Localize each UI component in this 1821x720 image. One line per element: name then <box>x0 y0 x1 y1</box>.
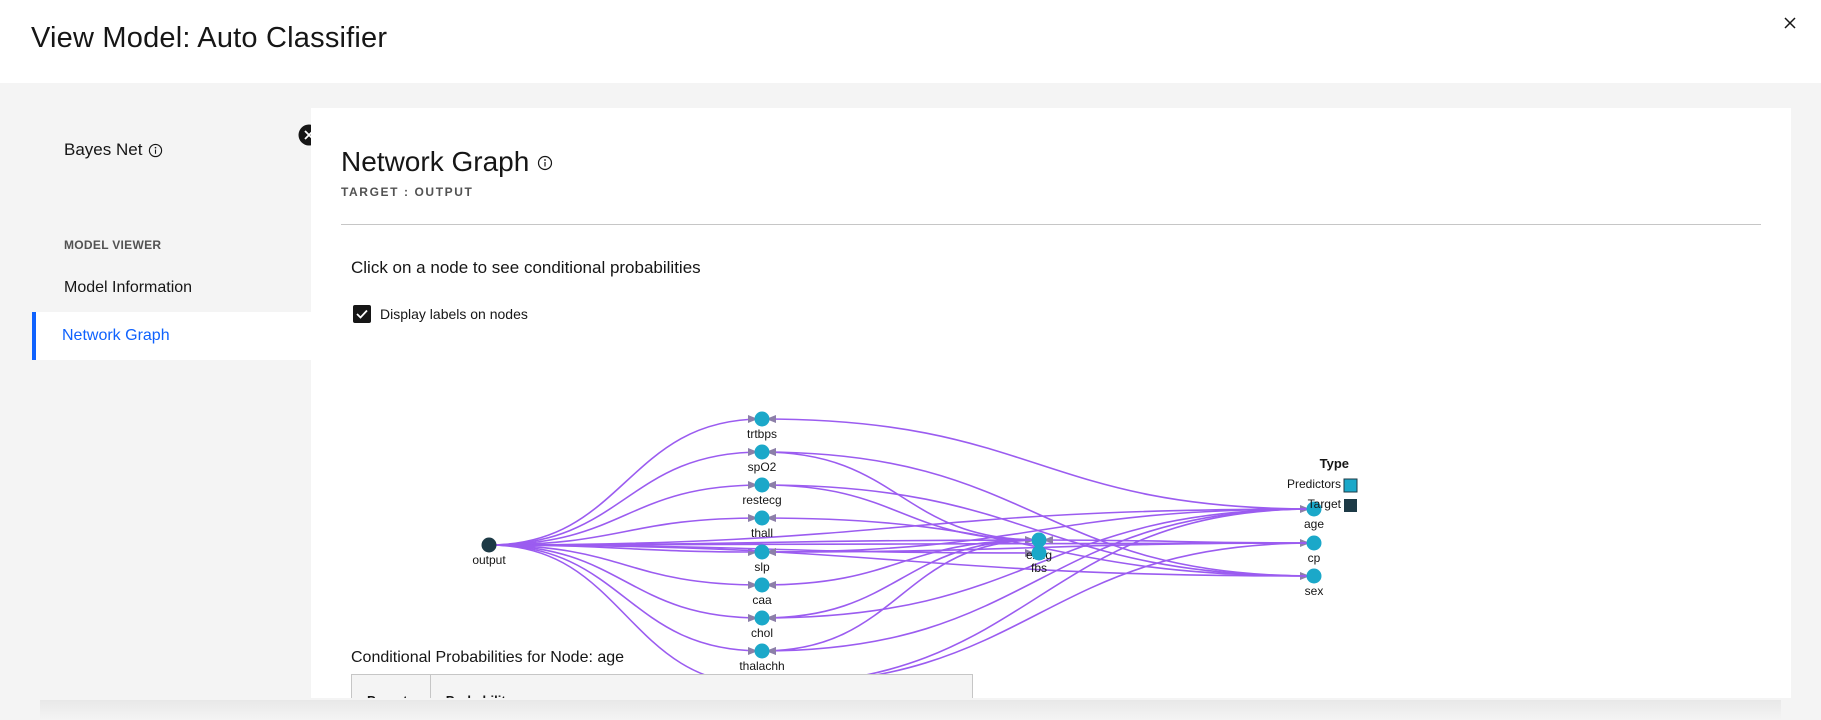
edge-output-trtbps <box>488 415 763 546</box>
conditional-probabilities-title: Conditional Probabilities for Node: age <box>351 649 625 666</box>
node-circle-exng[interactable] <box>1031 532 1047 548</box>
node-label-age: age <box>1304 517 1324 531</box>
edge-exng-restecg <box>761 481 1040 541</box>
node-circle-caa[interactable] <box>754 577 770 593</box>
sidebar-item-network-graph[interactable]: Network Graph <box>32 312 311 360</box>
node-circle-cp[interactable] <box>1306 535 1322 551</box>
node-label-caa: caa <box>752 593 772 607</box>
graph-edges <box>488 415 1315 675</box>
model-name-label: Bayes Net <box>64 140 143 159</box>
legend-label-predictors: Predictors <box>1287 477 1341 491</box>
node-circle-fbs[interactable] <box>1031 545 1047 561</box>
node-label-chol: chol <box>751 626 773 640</box>
node-caa[interactable]: caa <box>752 577 772 608</box>
legend-title: Type <box>1320 456 1349 471</box>
modal-footer-shadow <box>40 700 1781 720</box>
edge-output-restecg <box>488 481 763 546</box>
model-name: Bayes Net <box>64 140 163 160</box>
close-icon[interactable] <box>1781 14 1799 32</box>
edge-output-thalachh <box>488 544 763 655</box>
node-label-thalachh: thalachh <box>739 659 784 673</box>
node-label-fbs: fbs <box>1031 561 1047 575</box>
edge-output-chol <box>488 544 763 622</box>
node-chol[interactable]: chol <box>751 610 773 641</box>
node-fbs[interactable]: fbs <box>1031 545 1047 576</box>
info-icon[interactable] <box>537 146 553 178</box>
node-label-slp: slp <box>754 560 770 574</box>
sidebar-item-label: Network Graph <box>62 327 170 344</box>
info-icon[interactable] <box>148 143 163 158</box>
node-circle-spO2[interactable] <box>754 444 770 460</box>
node-circle-sex[interactable] <box>1306 568 1322 584</box>
node-spO2[interactable]: spO2 <box>748 444 777 475</box>
node-circle-slp[interactable] <box>754 544 770 560</box>
node-restecg[interactable]: restecg <box>742 477 782 508</box>
node-label-output: output <box>472 553 506 567</box>
node-label-cp: cp <box>1308 551 1321 565</box>
main-content: Network Graph TARGET : OUTPUT Click on a… <box>311 108 1791 698</box>
edge-age-trtbps <box>761 415 1315 510</box>
node-thalachh[interactable]: thalachh <box>739 643 785 674</box>
edge-output-age <box>488 505 1315 546</box>
target-label: TARGET : OUTPUT <box>341 185 474 199</box>
legend-swatch-predictors <box>1343 478 1358 493</box>
node-output[interactable]: output <box>472 537 506 568</box>
table-header-probability: Probability <box>431 675 528 698</box>
sidebar: Bayes Net MODEL VIEWER Model Information… <box>32 108 311 698</box>
sidebar-item-label: Model Information <box>64 279 193 296</box>
legend-swatch-target <box>1344 499 1357 512</box>
legend: Type Predictors Target <box>1287 456 1358 512</box>
node-circle-restecg[interactable] <box>754 477 770 493</box>
node-circle-trtbps[interactable] <box>754 411 770 427</box>
legend-label-target: Target <box>1308 497 1342 511</box>
node-circle-chol[interactable] <box>754 610 770 626</box>
page-title: Network Graph <box>341 146 553 178</box>
node-circle-thalachh[interactable] <box>754 643 770 659</box>
node-label-trtbps: trtbps <box>747 427 777 441</box>
node-thall[interactable]: thall <box>751 510 773 541</box>
modal-title: View Model: Auto Classifier <box>31 22 388 54</box>
node-sex[interactable]: sex <box>1305 568 1324 599</box>
node-label-spO2: spO2 <box>748 460 777 474</box>
node-circle-output[interactable] <box>481 537 497 553</box>
instruction-text: Click on a node to see conditional proba… <box>351 258 701 277</box>
node-label-sex: sex <box>1305 584 1324 598</box>
node-slp[interactable]: slp <box>754 544 770 575</box>
node-trtbps[interactable]: trtbps <box>747 411 777 442</box>
conditional-probability-table: Parents Probability <box>351 674 973 698</box>
node-label-thall: thall <box>751 526 773 540</box>
checkbox-label: Display labels on nodes <box>380 306 528 322</box>
node-circle-thall[interactable] <box>754 510 770 526</box>
sidebar-item-model-information[interactable]: Model Information <box>32 264 311 312</box>
model-viewer-section-label: MODEL VIEWER <box>64 238 162 252</box>
display-labels-checkbox[interactable]: Display labels on nodes <box>353 305 528 323</box>
modal-header: View Model: Auto Classifier <box>0 0 1821 83</box>
table-header-parents: Parents <box>352 675 431 698</box>
page-title-text: Network Graph <box>341 146 530 177</box>
divider <box>341 224 1761 225</box>
network-graph[interactable]: output trtbps spO2 restecg thall slp caa chol th… <box>311 335 1791 675</box>
checkbox-checked-icon[interactable] <box>353 305 371 323</box>
node-label-restecg: restecg <box>742 493 781 507</box>
node-cp[interactable]: cp <box>1306 535 1322 566</box>
